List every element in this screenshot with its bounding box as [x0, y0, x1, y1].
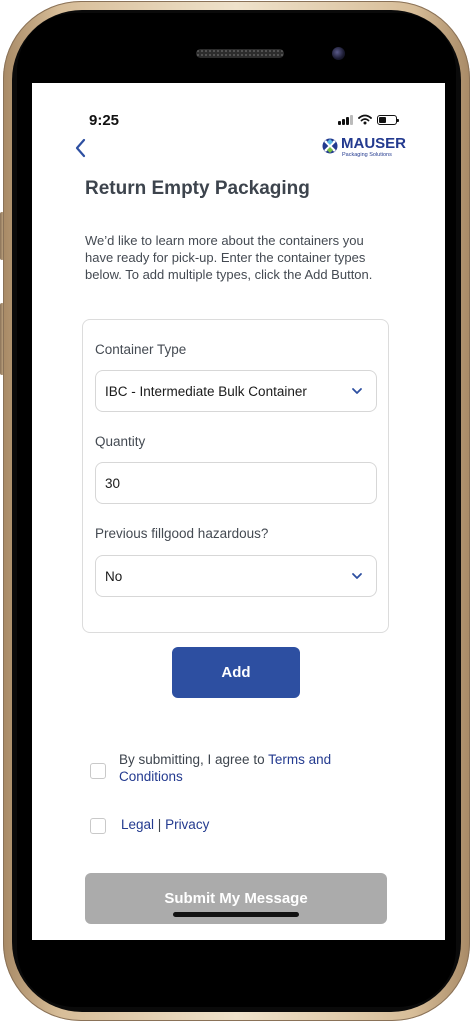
home-indicator[interactable] [173, 912, 299, 917]
legal-privacy-links: Legal | Privacy [121, 817, 209, 832]
quantity-label: Quantity [95, 434, 146, 449]
cellular-signal-icon [338, 114, 353, 125]
privacy-link[interactable]: Privacy [165, 817, 209, 832]
quantity-input[interactable]: 30 [95, 462, 377, 504]
chevron-left-icon[interactable] [74, 137, 88, 159]
add-button[interactable]: Add [172, 647, 300, 698]
device-mockup: 9:25 MAUSER Packaging Solutions Return E… [0, 0, 473, 1024]
app-screen: 9:25 MAUSER Packaging Solutions Return E… [32, 83, 445, 940]
mauser-logo-mark-icon [322, 138, 338, 154]
logo-subtitle: Packaging Solutions [342, 152, 392, 158]
legal-checkbox[interactable] [90, 818, 106, 834]
terms-consent-text: By submitting, I agree to Terms and Cond… [119, 751, 359, 785]
status-time: 9:25 [89, 112, 120, 129]
mauser-logo: MAUSER Packaging Solutions [322, 136, 406, 158]
chevron-down-icon [352, 388, 362, 394]
intro-text: We’d like to learn more about the contai… [85, 233, 373, 282]
status-icons [338, 114, 399, 125]
page-title: Return Empty Packaging [85, 178, 310, 199]
legal-link[interactable]: Legal [121, 817, 154, 832]
hazardous-value: No [105, 568, 123, 584]
chevron-down-icon [352, 573, 362, 579]
earpiece-speaker [196, 49, 284, 58]
link-separator: | [154, 817, 166, 832]
container-type-label: Container Type [95, 342, 187, 357]
front-camera [332, 47, 345, 60]
battery-icon [377, 114, 399, 125]
container-type-value: IBC - Intermediate Bulk Container [105, 383, 307, 399]
container-type-select[interactable]: IBC - Intermediate Bulk Container [95, 370, 377, 412]
hazardous-select[interactable]: No [95, 555, 377, 597]
wifi-icon [358, 114, 372, 125]
terms-checkbox[interactable] [90, 763, 106, 779]
hazardous-label: Previous fillgood hazardous? [95, 526, 269, 541]
quantity-value: 30 [105, 475, 121, 491]
logo-name: MAUSER [341, 135, 407, 152]
consent-text: By submitting, I agree to [119, 752, 269, 767]
